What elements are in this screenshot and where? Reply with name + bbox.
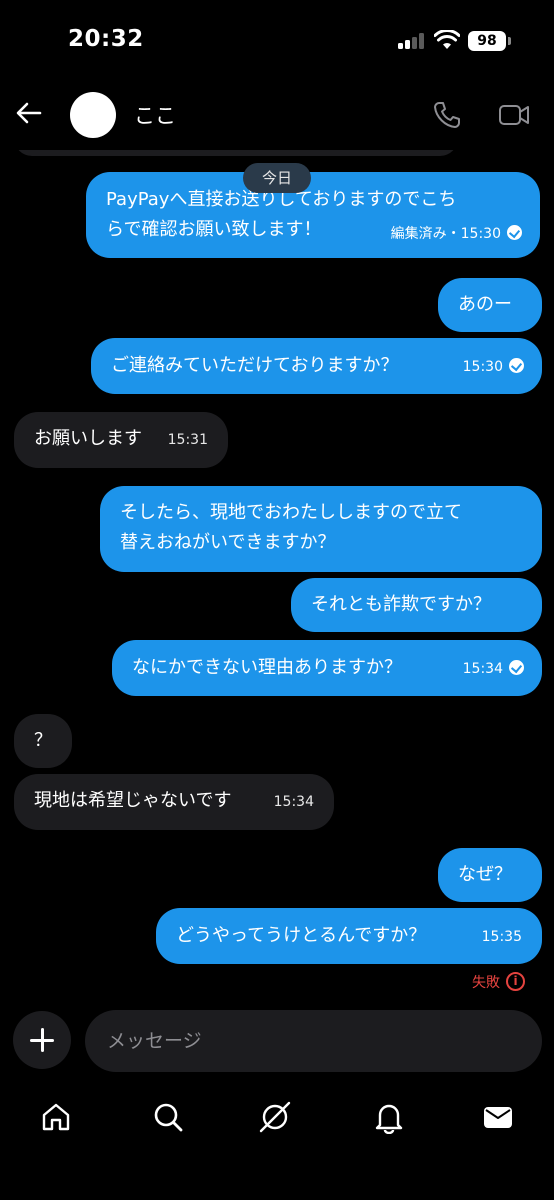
message-time: 15:35	[481, 929, 522, 945]
read-check-icon	[509, 358, 524, 373]
message-input[interactable]	[85, 1010, 542, 1072]
conversation-header: ここ	[0, 80, 554, 150]
message-time: 15:34	[273, 794, 314, 810]
read-check-icon	[509, 660, 524, 675]
message-text: ご連絡みていただけておりますか？	[111, 355, 399, 376]
arrow-left-icon[interactable]	[14, 98, 44, 128]
date-divider: 今日	[243, 163, 311, 193]
message-text: 現地は希望じゃないです	[34, 790, 232, 811]
message-time: 15:30	[462, 359, 503, 375]
video-camera-icon[interactable]	[498, 100, 530, 130]
message-bubble-outgoing[interactable]: ご連絡みていただけておりますか？ 15:30	[91, 338, 542, 394]
message-bubble-incoming[interactable]: ？	[14, 714, 72, 768]
message-meta: 15:30	[463, 352, 524, 382]
message-edited-time: 編集済み・15:30	[390, 226, 501, 242]
status-bar: 20:32 98	[0, 0, 554, 80]
message-bubble-incoming[interactable]: 現地は希望じゃないです 15:34	[14, 774, 334, 830]
bell-icon[interactable]	[372, 1100, 406, 1134]
message-bubble-outgoing[interactable]: PayPayへ直接お送りしておりますのでこち らで確認お願い致します！ 編集済み…	[86, 172, 540, 258]
battery-tip	[508, 37, 511, 45]
message-bubble-outgoing[interactable]: どうやってうけとるんですか？ 15:35	[156, 908, 542, 964]
phone-icon[interactable]	[432, 100, 462, 130]
search-icon[interactable]	[151, 1100, 185, 1134]
signal-icon	[398, 33, 426, 49]
message-bubble-outgoing[interactable]: それとも詐欺ですか？	[291, 578, 542, 632]
message-text: あのー	[458, 294, 512, 315]
message-bubble-incoming[interactable]: お願いします 15:31	[14, 412, 228, 468]
message-bubble-outgoing[interactable]: そしたら、現地でおわたししますので立て 替えおねがいできますか？	[100, 486, 542, 572]
message-meta: 編集済み・15:30	[391, 219, 522, 249]
send-failed-label[interactable]: 失敗	[472, 972, 500, 992]
avatar[interactable]	[70, 92, 116, 138]
message-bubble-outgoing[interactable]: あのー	[438, 278, 542, 332]
message-bubble-outgoing[interactable]: なにかできない理由ありますか？ 15:34	[112, 640, 542, 696]
message-text: PayPayへ直接お送りしておりますのでこち	[106, 189, 457, 210]
message-text: 替えおねがいできますか？	[120, 532, 336, 553]
info-circle-icon[interactable]: i	[506, 972, 525, 991]
message-time: 15:34	[462, 661, 503, 677]
message-bubble-outgoing[interactable]: なぜ？	[438, 848, 542, 902]
status-time: 20:32	[68, 26, 144, 52]
message-text: ？	[34, 730, 52, 751]
read-check-icon	[507, 225, 522, 240]
explore-icon[interactable]	[258, 1100, 292, 1134]
home-icon[interactable]	[39, 1100, 73, 1134]
add-attachment-button[interactable]	[13, 1011, 71, 1069]
battery-icon: 98	[468, 31, 506, 51]
message-text: どうやってうけとるんですか？	[176, 925, 427, 946]
message-text: なぜ？	[458, 864, 512, 885]
contact-name[interactable]: ここ	[134, 100, 176, 130]
wifi-icon	[434, 30, 460, 49]
message-text: それとも詐欺ですか？	[311, 594, 491, 615]
mail-icon[interactable]	[481, 1100, 515, 1134]
message-time: 15:31	[167, 432, 208, 448]
message-text: そしたら、現地でおわたししますので立て	[120, 502, 462, 523]
message-meta: 15:34	[463, 654, 524, 684]
